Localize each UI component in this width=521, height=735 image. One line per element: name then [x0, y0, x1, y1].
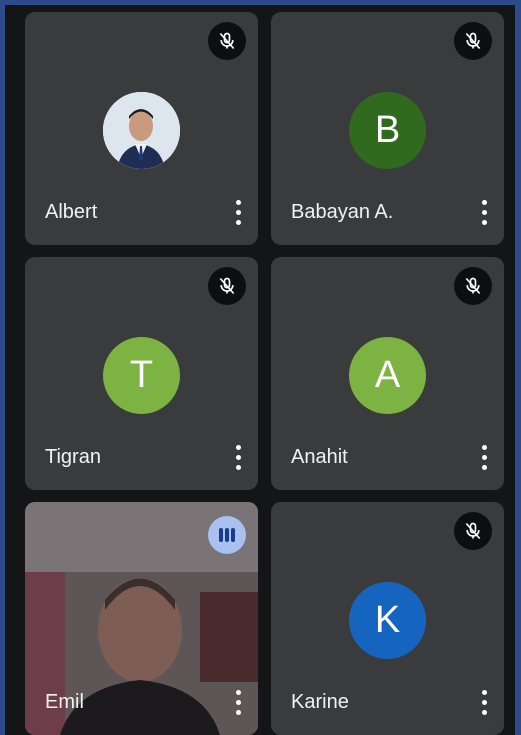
participant-tile-karine[interactable]: K Karine [271, 502, 504, 735]
mic-off-icon [208, 22, 246, 60]
participant-name: Karine [291, 691, 349, 713]
participant-name: Tigran [45, 446, 101, 468]
participant-tile-anahit[interactable]: A Anahit [271, 257, 504, 490]
more-options-button[interactable] [472, 197, 496, 229]
more-options-button[interactable] [226, 687, 250, 719]
avatar [103, 92, 180, 169]
participant-tile-albert[interactable]: Albert [25, 12, 258, 245]
mic-off-icon [454, 512, 492, 550]
more-options-button[interactable] [226, 197, 250, 229]
more-options-button[interactable] [226, 442, 250, 474]
participant-name: Babayan A. [291, 201, 394, 223]
avatar: A [349, 337, 426, 414]
participant-name: Emil [45, 691, 84, 713]
mic-off-icon [208, 267, 246, 305]
avatar: B [349, 92, 426, 169]
participant-name: Albert [45, 201, 98, 223]
mic-off-icon [454, 267, 492, 305]
participant-name: Anahit [291, 446, 348, 468]
more-options-button[interactable] [472, 442, 496, 474]
participant-tile-emil[interactable]: Emil [25, 502, 258, 735]
meeting-grid: Albert B Babayan A. T Tigran A Anahit Em… [5, 5, 515, 735]
mic-off-icon [454, 22, 492, 60]
audio-level-icon [208, 516, 246, 554]
avatar: T [103, 337, 180, 414]
more-options-button[interactable] [472, 687, 496, 719]
participant-tile-babayan[interactable]: B Babayan A. [271, 12, 504, 245]
avatar: K [349, 582, 426, 659]
participant-tile-tigran[interactable]: T Tigran [25, 257, 258, 490]
